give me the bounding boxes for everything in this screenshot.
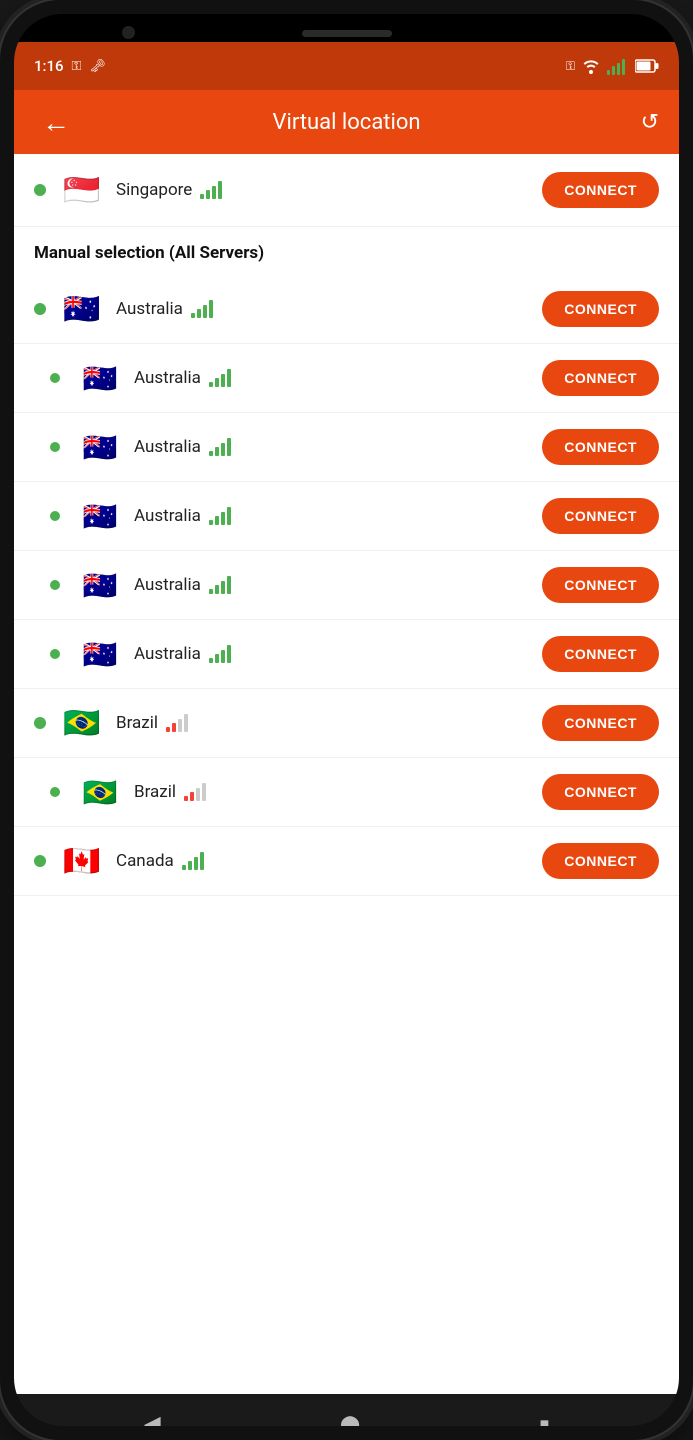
status-dot — [50, 442, 60, 452]
status-time: 1:16 — [34, 57, 64, 75]
connect-button-2[interactable]: CONNECT — [542, 360, 659, 396]
flag-au-5: 🇦🇺 — [78, 563, 122, 607]
signal-icon — [607, 57, 625, 75]
list-item: 🇦🇺 Australia CONNECT — [14, 620, 679, 689]
singapore-flag: 🇸🇬 — [60, 168, 104, 212]
flag-ca: 🇨🇦 — [60, 839, 104, 883]
connect-button-3[interactable]: CONNECT — [542, 429, 659, 465]
status-dot — [34, 303, 46, 315]
app-bar: ← Virtual location ↺ — [14, 90, 679, 154]
status-dot — [50, 373, 60, 383]
signal-1 — [191, 300, 213, 318]
country-label-4: Australia — [134, 506, 542, 526]
status-bar: 1:16 ⚿ 🗝 ⚿ — [14, 42, 679, 90]
status-dot — [50, 787, 60, 797]
status-dot — [50, 511, 60, 521]
connect-button-6[interactable]: CONNECT — [542, 636, 659, 672]
status-dot — [50, 580, 60, 590]
signal-br2 — [184, 783, 206, 801]
list-item: 🇦🇺 Australia CONNECT — [14, 275, 679, 344]
signal-4 — [209, 507, 231, 525]
connect-button-br1[interactable]: CONNECT — [542, 705, 659, 741]
connect-button-1[interactable]: CONNECT — [542, 291, 659, 327]
key-icon-right: ⚿ — [566, 59, 575, 74]
list-item: 🇦🇺 Australia CONNECT — [14, 413, 679, 482]
country-label-2: Australia — [134, 368, 542, 388]
key-icon: 🗝 — [89, 59, 106, 74]
page-title: Virtual location — [272, 110, 420, 135]
country-label-br1: Brazil — [116, 713, 542, 733]
singapore-connect-button[interactable]: CONNECT — [542, 172, 659, 208]
list-item: 🇨🇦 Canada CONNECT — [14, 827, 679, 896]
country-label-5: Australia — [134, 575, 542, 595]
list-item: 🇦🇺 Australia CONNECT — [14, 551, 679, 620]
wifi-icon — [581, 58, 601, 74]
singapore-label: Singapore — [116, 180, 542, 200]
signal-3 — [209, 438, 231, 456]
connect-button-ca[interactable]: CONNECT — [542, 843, 659, 879]
section-header: Manual selection (All Servers) — [14, 227, 679, 275]
country-label-br2: Brazil — [134, 782, 542, 802]
list-item: 🇦🇺 Australia CONNECT — [14, 482, 679, 551]
signal-ca — [182, 852, 204, 870]
flag-br-2: 🇧🇷 — [78, 770, 122, 814]
back-button[interactable]: ← — [34, 102, 78, 143]
flag-au-4: 🇦🇺 — [78, 494, 122, 538]
flag-au-3: 🇦🇺 — [78, 425, 122, 469]
flag-au-2: 🇦🇺 — [78, 356, 122, 400]
connect-button-4[interactable]: CONNECT — [542, 498, 659, 534]
signal-5 — [209, 576, 231, 594]
content-area: 🇸🇬 Singapore CONNECT Manual selection (A… — [14, 154, 679, 1394]
signal-br1 — [166, 714, 188, 732]
vpn-icon: ⚿ — [72, 59, 82, 74]
connect-button-br2[interactable]: CONNECT — [542, 774, 659, 810]
flag-br-1: 🇧🇷 — [60, 701, 104, 745]
refresh-button[interactable]: ↺ — [641, 110, 659, 135]
list-item: 🇧🇷 Brazil CONNECT — [14, 758, 679, 827]
singapore-signal — [200, 181, 222, 199]
home-nav-button[interactable]: ⬤ — [340, 1414, 360, 1427]
recents-nav-button[interactable]: ■ — [540, 1414, 550, 1426]
bottom-nav: ◀ ⬤ ■ — [14, 1394, 679, 1426]
signal-2 — [209, 369, 231, 387]
battery-icon — [635, 59, 659, 73]
connect-button-5[interactable]: CONNECT — [542, 567, 659, 603]
status-dot-singapore — [34, 184, 46, 196]
status-dot — [50, 649, 60, 659]
status-dot — [34, 717, 46, 729]
list-item: 🇦🇺 Australia CONNECT — [14, 344, 679, 413]
country-label-3: Australia — [134, 437, 542, 457]
status-dot — [34, 855, 46, 867]
flag-au-1: 🇦🇺 — [60, 287, 104, 331]
country-label-1: Australia — [116, 299, 542, 319]
back-nav-button[interactable]: ◀ — [144, 1412, 161, 1427]
list-item: 🇧🇷 Brazil CONNECT — [14, 689, 679, 758]
flag-au-6: 🇦🇺 — [78, 632, 122, 676]
singapore-row: 🇸🇬 Singapore CONNECT — [14, 154, 679, 227]
signal-6 — [209, 645, 231, 663]
country-label-ca: Canada — [116, 851, 542, 871]
country-label-6: Australia — [134, 644, 542, 664]
